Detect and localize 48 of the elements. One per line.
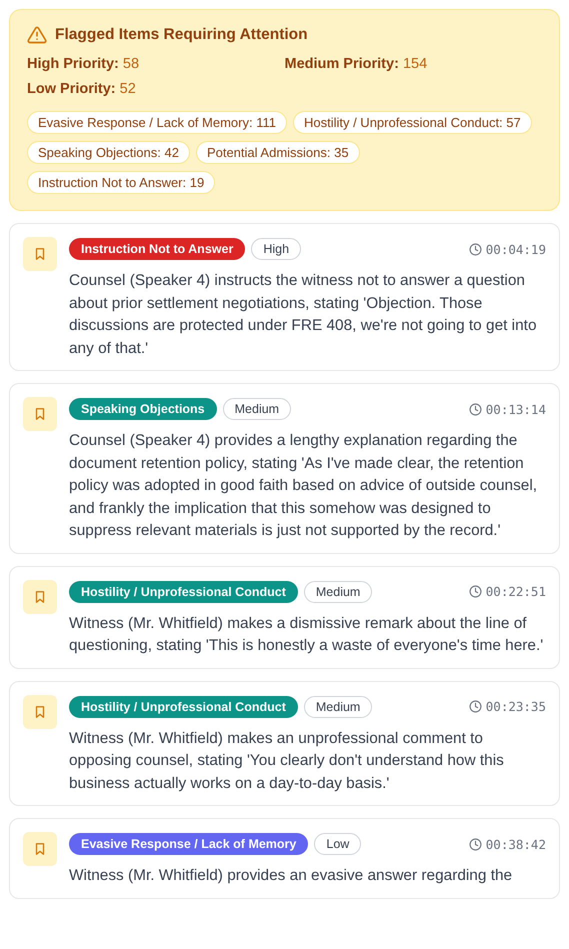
timestamp: 00:04:19	[486, 242, 546, 256]
bookmark-button[interactable]	[23, 237, 57, 271]
priority-label: Low Priority:	[27, 81, 116, 97]
clock-icon	[468, 402, 482, 416]
timestamp: 00:22:51	[486, 584, 546, 599]
timestamp: 00:23:35	[486, 699, 546, 714]
clock-icon	[468, 242, 482, 256]
category-badge: Speaking Objections	[69, 398, 217, 420]
priority-badge: Low	[314, 833, 362, 855]
bookmark-icon	[33, 590, 47, 604]
priority-label: Medium Priority:	[284, 56, 399, 72]
priority-count: 154	[402, 56, 428, 72]
category-count-tag: Evasive Response / Lack of Memory: 111	[27, 111, 287, 134]
flag-description: Counsel (Speaker 4) provides a lengthy explanation regarding the document retention policy, stating 'As I've made clear, the retention policy was adopted in good faith based on advice of outside counsel, and frankly the implication that this somehow was designed to suppress relevant materials is just not supported by the record.'	[69, 431, 538, 541]
category-badge: Instruction Not to Answer	[69, 238, 246, 260]
bookmark-icon	[33, 842, 47, 856]
priority-badge: High	[251, 238, 302, 260]
priority-count: 52	[120, 81, 136, 97]
category-count-tag: Potential Admissions: 35	[196, 141, 360, 164]
timestamp: 00:13:14	[486, 402, 546, 416]
clock-icon	[468, 700, 482, 713]
category-badge: Hostility / Unprofessional Conduct	[69, 696, 298, 718]
category-badge: Hostility / Unprofessional Conduct	[69, 580, 298, 602]
category-count-tag: Speaking Objections: 42	[27, 141, 190, 164]
bookmark-icon	[33, 704, 47, 718]
bookmark-icon	[33, 247, 47, 261]
bookmark-icon	[33, 407, 47, 421]
priority-badge: Medium	[222, 398, 292, 420]
category-count-tag: Hostility / Unprofessional Conduct: 57	[292, 111, 532, 134]
clock-icon	[468, 585, 482, 598]
flag-description: Witness (Mr. Whitfield) makes an unprofessional comment to opposing counsel, stating 'You clearly don't understand how this business actually works on a day-to-day basis.'	[69, 728, 505, 794]
flag-description: Witness (Mr. Whitfield) provides an evasive answer regarding the	[69, 866, 514, 886]
category-count-tag: Instruction Not to Answer: 19	[27, 171, 216, 194]
flag-description: Counsel (Speaker 4) instructs the witness not to answer a question about prior settlement negotiations, stating 'Objection. Those discussions are protected under FRE 408, we're not going to get into any of that.'	[69, 271, 538, 358]
priority-label: High Priority:	[27, 56, 119, 72]
priority-badge: Medium	[304, 580, 372, 602]
priority-count: 58	[122, 56, 140, 72]
category-badge: Evasive Response / Lack of Memory	[69, 833, 308, 855]
warning-icon	[27, 25, 47, 45]
bookmark-button[interactable]	[23, 832, 57, 866]
summary-title: Flagged Items Requiring Attention	[55, 26, 308, 44]
priority-badge: Medium	[304, 696, 372, 718]
bookmark-button[interactable]	[23, 397, 57, 431]
bookmark-button[interactable]	[23, 694, 57, 728]
bookmark-button[interactable]	[23, 580, 57, 614]
flag-description: Witness (Mr. Whitfield) makes a dismissive remark about the line of questioning, stating 'This is honestly a waste of everyone's time here.'	[69, 614, 544, 656]
clock-icon	[468, 838, 482, 850]
timestamp: 00:38:42	[486, 836, 546, 852]
